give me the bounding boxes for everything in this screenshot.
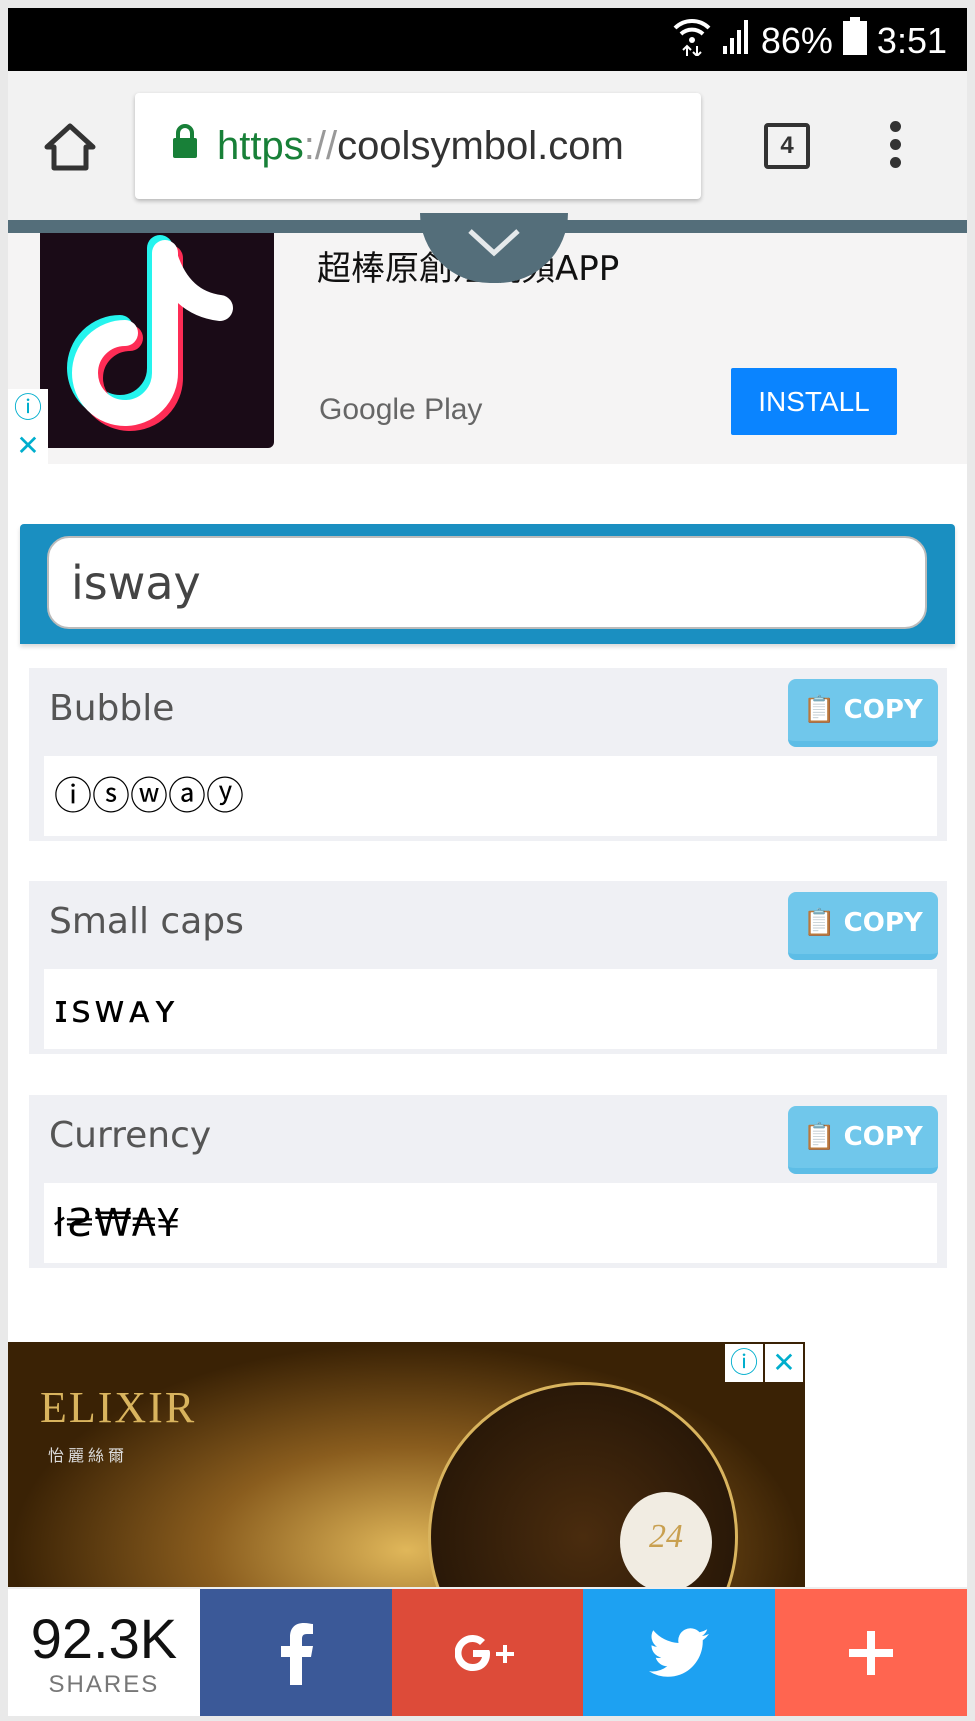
info-icon[interactable]: ⓘ: [8, 389, 48, 427]
facebook-icon: [280, 1622, 313, 1685]
chevron-down-icon[interactable]: [420, 213, 568, 283]
twitter-icon: [649, 1627, 710, 1677]
result-label: Small caps: [49, 901, 244, 942]
ad-brand: ELIXIR: [40, 1383, 197, 1432]
google-play-label: Google Play: [319, 393, 483, 426]
clipboard-icon: 📋: [803, 908, 836, 938]
close-icon[interactable]: ✕: [8, 427, 48, 465]
facebook-share-button[interactable]: [199, 1589, 392, 1716]
result-card-bubble: Bubble 📋 COPY ⓘⓢⓦⓐⓨ: [29, 668, 947, 841]
phone-screen: 86% 3:51 https://coolsymbol.com 4 超棒原創短視…: [8, 8, 967, 1716]
battery-icon: [842, 17, 867, 64]
clipboard-icon: 📋: [803, 695, 836, 725]
clipboard-icon: 📋: [803, 1122, 836, 1152]
plus-icon: [849, 1630, 894, 1675]
battery-percent: 86%: [760, 19, 833, 61]
banner-ad[interactable]: ELIXIR 怡麗絲爾 24 ⓘ ✕: [8, 1342, 805, 1587]
address-bar[interactable]: https://coolsymbol.com: [135, 93, 701, 199]
more-share-button[interactable]: [775, 1589, 967, 1716]
search-panel: [20, 524, 955, 644]
share-bar: 92.3K SHARES: [8, 1587, 967, 1716]
overflow-menu-icon[interactable]: [890, 121, 902, 175]
result-value[interactable]: ł₴₩₳¥: [44, 1183, 937, 1263]
result-label: Bubble: [49, 688, 175, 729]
twitter-share-button[interactable]: [583, 1589, 776, 1716]
ad-badge: 24: [620, 1492, 712, 1587]
google-plus-share-button[interactable]: [391, 1589, 584, 1716]
result-value[interactable]: ɪꜱᴡᴀʏ: [44, 969, 937, 1049]
lock-icon: [171, 123, 199, 169]
tab-switcher-button[interactable]: 4: [764, 123, 810, 169]
result-value[interactable]: ⓘⓢⓦⓐⓨ: [44, 756, 937, 836]
tiktok-logo: [40, 233, 274, 448]
status-bar: 86% 3:51: [8, 8, 967, 71]
copy-button[interactable]: 📋 COPY: [788, 892, 938, 960]
clock: 3:51: [876, 19, 947, 61]
search-input[interactable]: [47, 536, 927, 629]
ad-choices[interactable]: ⓘ ✕: [8, 389, 48, 467]
close-icon[interactable]: ✕: [765, 1344, 803, 1382]
ad-brand-sub: 怡麗絲爾: [48, 1446, 129, 1465]
google-plus-icon: [455, 1634, 515, 1671]
install-button[interactable]: INSTALL: [731, 368, 897, 435]
home-icon[interactable]: [44, 123, 96, 175]
info-icon[interactable]: ⓘ: [725, 1344, 763, 1382]
signal-icon: [721, 18, 751, 63]
browser-toolbar: https://coolsymbol.com 4: [8, 71, 967, 220]
copy-button[interactable]: 📋 COPY: [788, 1106, 938, 1174]
share-count: 92.3K SHARES: [8, 1589, 200, 1716]
result-card-small-caps: Small caps 📋 COPY ɪꜱᴡᴀʏ: [29, 881, 947, 1054]
result-card-currency: Currency 📋 COPY ł₴₩₳¥: [29, 1095, 947, 1268]
result-label: Currency: [49, 1115, 212, 1156]
copy-button[interactable]: 📋 COPY: [788, 679, 938, 747]
wifi-icon: [673, 16, 711, 65]
